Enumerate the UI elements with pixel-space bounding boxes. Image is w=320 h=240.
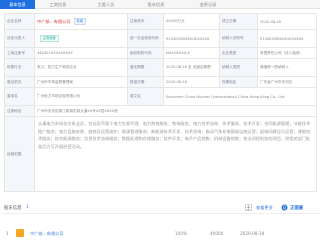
row-index: 1 bbox=[6, 231, 9, 236]
tab-basic-info[interactable]: 基本信息 bbox=[0, 0, 35, 9]
taxpayer-qual-value: 增值税一般纳税人 bbox=[258, 59, 317, 76]
credit-code-value: 91440300MA5GEXXXXX bbox=[164, 30, 220, 47]
industry-value: 电力、热力生产和供应业 bbox=[35, 59, 128, 76]
table-row[interactable]: 1 中广核…有限公司 100% 40000 2020-08-18 bbox=[0, 226, 320, 240]
found-date-label: 成立日期 bbox=[220, 14, 258, 29]
company-logo-icon bbox=[16, 229, 24, 237]
reg-no-label: 工商注册号 bbox=[5, 48, 35, 58]
biz-term-value: 2020-08-18 至 无固定期限 bbox=[164, 59, 220, 76]
reg-authority-label: 登记机关 bbox=[5, 77, 35, 87]
reg-authority-value: 广州市市场监督管理局 bbox=[35, 77, 128, 87]
row-name[interactable]: 中广核…有限公司 bbox=[30, 231, 64, 237]
org-code-value: MA5GEXXX-X bbox=[164, 48, 220, 58]
operating-badge: 正常经营 bbox=[40, 35, 59, 42]
company-name-value[interactable]: 中广核…有限公司 bbox=[37, 19, 71, 25]
legal-rep-label: 法定代表人 bbox=[5, 30, 35, 47]
reg-no-value: 440301XXXXXXXXX bbox=[35, 48, 128, 58]
address-value: 广州市天河区珠江新城花城大道XX号XX层XXXX房 bbox=[35, 106, 317, 116]
company-name-label: 企业名称 bbox=[5, 14, 35, 29]
qcc-icon: Q bbox=[281, 204, 288, 211]
row-ratio: 100% bbox=[175, 231, 187, 236]
view-more-link[interactable]: 查看更多 bbox=[256, 205, 273, 211]
industry-label: 所属行业 bbox=[5, 59, 35, 76]
org-code-cell: 正常经营 bbox=[35, 30, 128, 47]
address-label: 注册地址 bbox=[5, 106, 35, 116]
approve-date-label: 核准日期 bbox=[128, 77, 164, 87]
row-amount: 40000 bbox=[210, 231, 224, 236]
brand-label: 正面查 bbox=[290, 206, 304, 211]
tab-business-info[interactable]: 工商信息 bbox=[36, 0, 80, 9]
status-badge: 存续 bbox=[73, 18, 86, 25]
section-title: 股东信息 bbox=[4, 206, 22, 211]
credit-code-label: 统一社会信用代码 bbox=[128, 30, 164, 47]
download-icon[interactable] bbox=[245, 204, 252, 211]
shareholder-table-bar: 股东信息 1 查看更多 Q 正面查 bbox=[0, 203, 320, 214]
used-name-label: 曾用名 bbox=[5, 88, 35, 105]
section-count: 1 bbox=[26, 205, 29, 210]
area-label: 所属地区 bbox=[220, 77, 258, 87]
scope-label: 经营范围 bbox=[5, 117, 35, 191]
approve-date-value: 2020-08-18 bbox=[164, 77, 220, 87]
company-name-cell: 中广核…有限公司 存续 bbox=[35, 14, 128, 29]
detail-tabs: 基本信息 工商信息 主要人员 股东信息 变更记录 bbox=[0, 0, 320, 9]
tab-shareholders[interactable]: 股东信息 bbox=[136, 0, 176, 9]
reg-capital-label: 注册资本 bbox=[128, 14, 164, 29]
type-label: 企业类型 bbox=[220, 48, 258, 58]
found-date-value: 2020-08-18 bbox=[258, 14, 317, 29]
area-value: 广东省广州市天河区 bbox=[258, 77, 317, 87]
type-value: 有限责任公司（法人独资） bbox=[258, 48, 317, 58]
taxpayer-id-value: 91440300MA5GEXXXXX bbox=[258, 30, 317, 47]
row-date: 2020-08-18 bbox=[240, 231, 265, 236]
reg-capital-value: 40000万元 bbox=[164, 14, 220, 29]
used-name-value: 广州电力市场交易有限公司 bbox=[35, 88, 128, 105]
org-code-label: 组织机构代码 bbox=[128, 48, 164, 58]
english-name-label: 英文名 bbox=[128, 88, 164, 105]
tab-change-records[interactable]: 变更记录 bbox=[186, 0, 230, 9]
scope-value: 从事电力市场化交易业务，包括但不限于电力交易代理、电力购销服务、售电服务；电力技… bbox=[35, 117, 317, 191]
company-info-table: 企业名称 中广核…有限公司 存续 注册资本 40000万元 成立日期 2020-… bbox=[4, 13, 317, 192]
tab-key-personnel[interactable]: 主要人员 bbox=[86, 0, 126, 9]
taxpayer-id-label: 纳税人识别号 bbox=[220, 30, 258, 47]
english-name-value: Shenzhen China Nuclear (International) C… bbox=[164, 88, 317, 105]
biz-term-label: 营业期限 bbox=[128, 59, 164, 76]
taxpayer-qual-label: 纳税人资质 bbox=[220, 59, 258, 76]
